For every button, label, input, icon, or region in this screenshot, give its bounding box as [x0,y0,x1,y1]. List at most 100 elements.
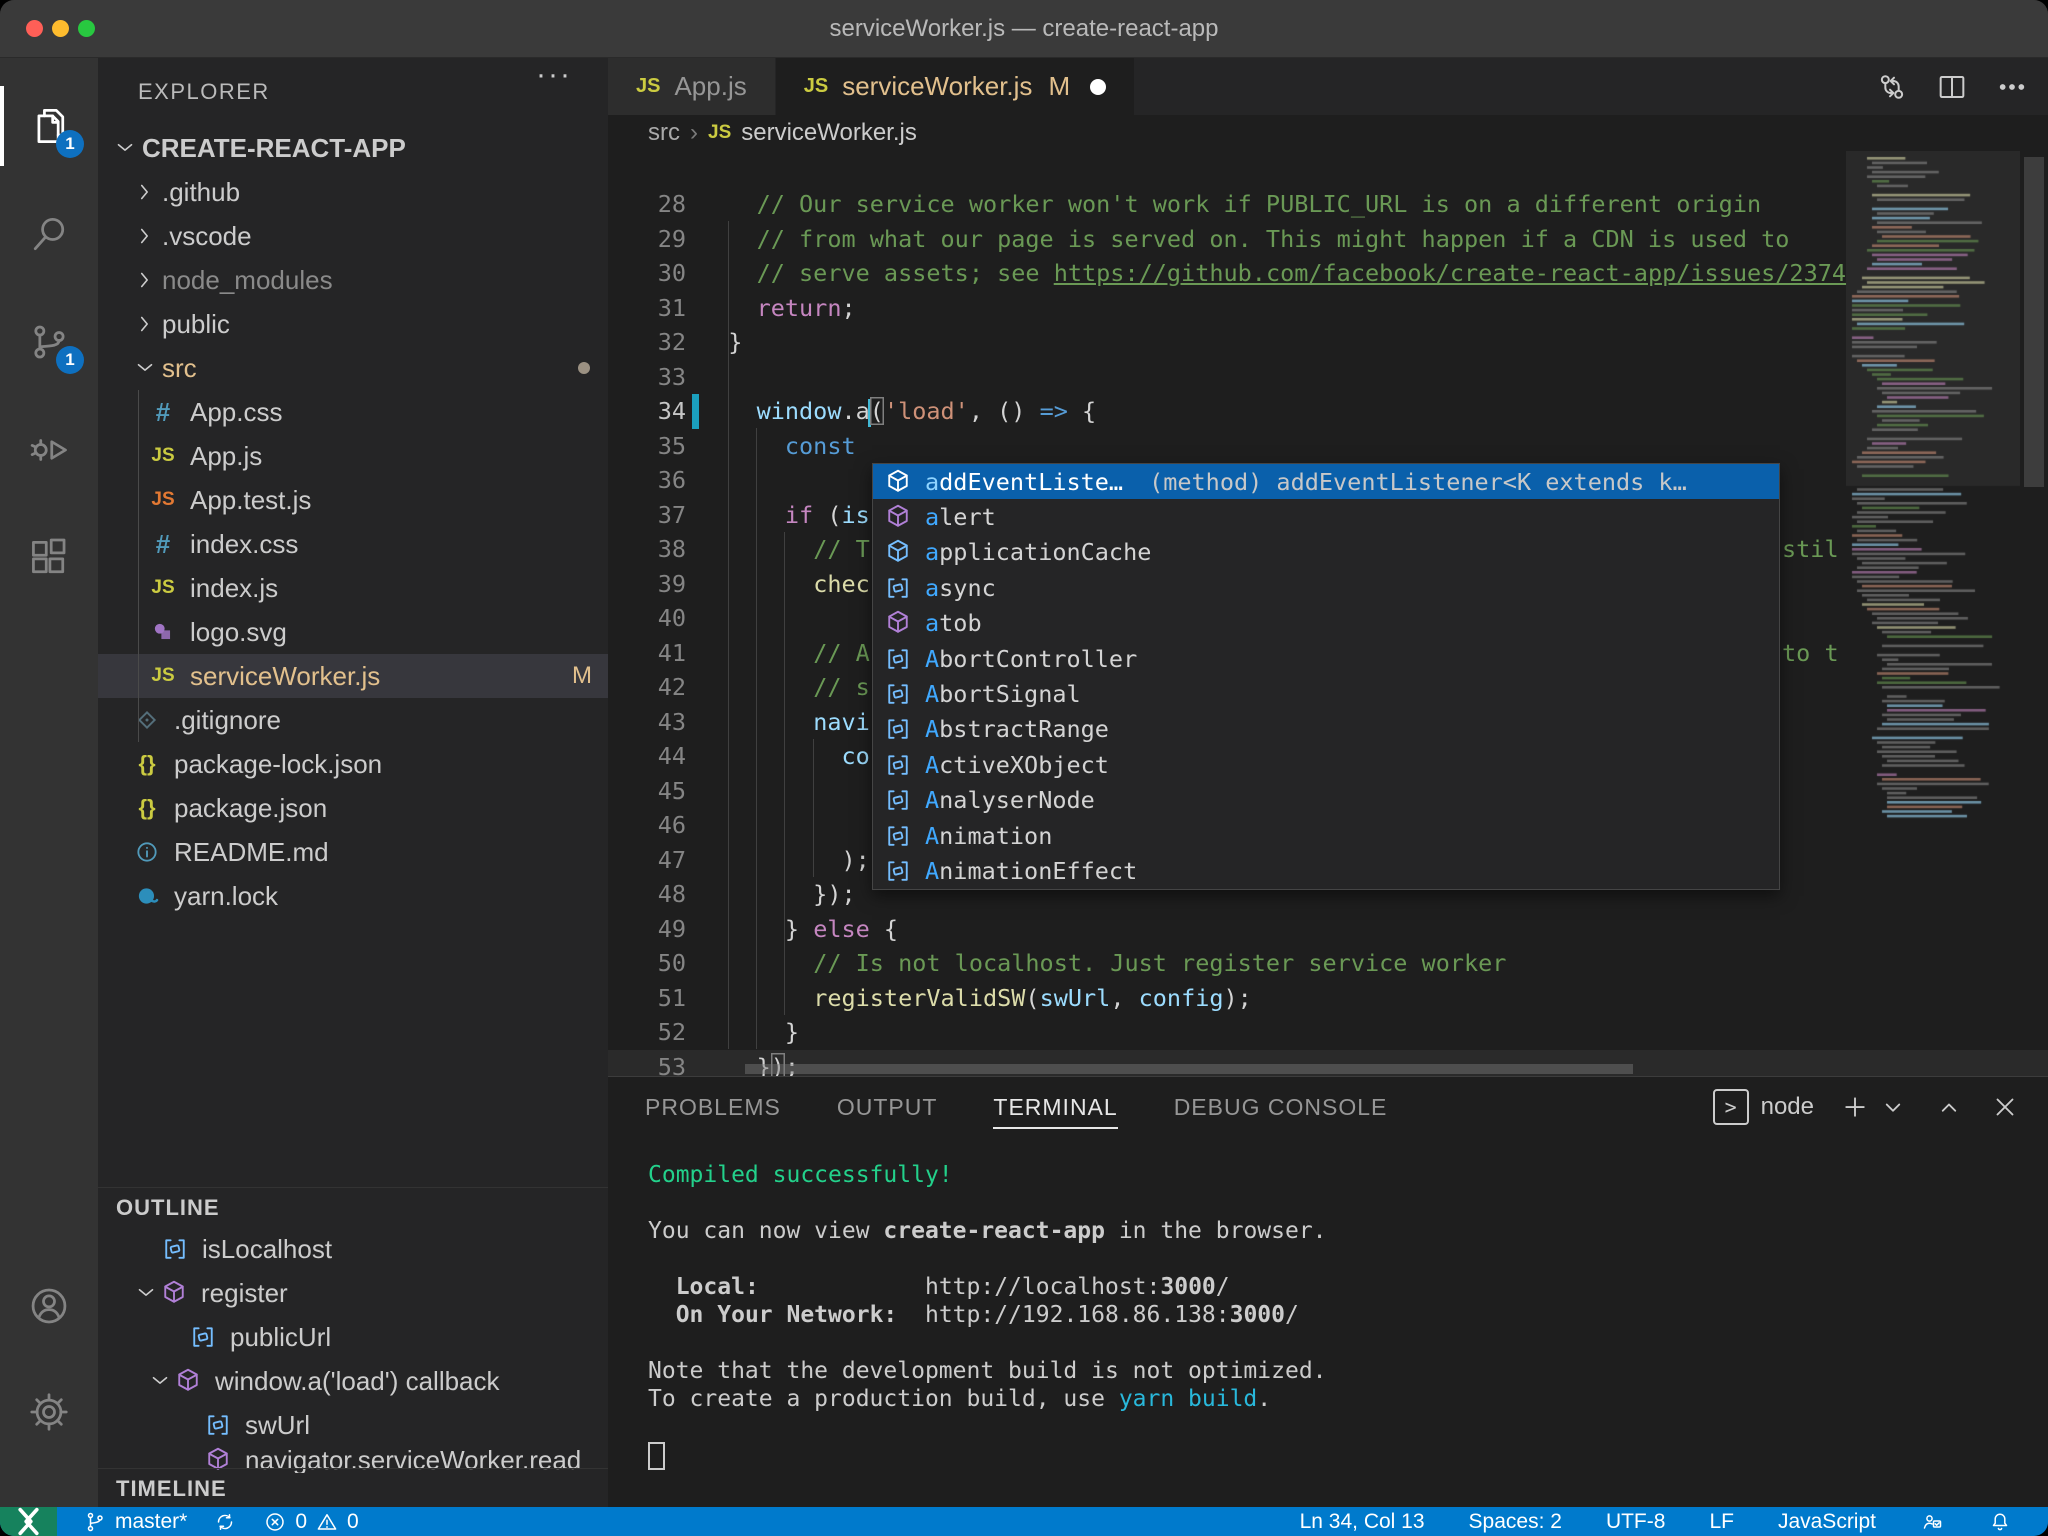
code-line[interactable]: // Is not localhost. Just register servi… [608,946,2048,981]
js-test-file-icon: JS [151,489,175,510]
code-line[interactable]: return; [608,291,2048,326]
status-item-3[interactable]: LF [1709,1510,1734,1534]
tree-item-.vscode[interactable]: .vscode [98,214,608,258]
outline-section-header[interactable]: OUTLINE [98,1187,608,1228]
suggest-item-atob[interactable]: atob [873,606,1779,641]
tree-item-package-lock.json[interactable]: {} package-lock.json [98,742,608,786]
tree-item-README.md[interactable]: README.md [98,830,608,874]
explorer-more-actions-icon[interactable]: ··· [536,58,572,92]
timeline-section-header[interactable]: TIMELINE [98,1468,608,1507]
variable-icon [208,1415,228,1435]
activity-bar-item-run-debug[interactable] [0,402,98,498]
minimap[interactable] [1846,151,2020,1076]
status-item-4[interactable]: JavaScript [1778,1510,1876,1534]
terminal-picker-chevron[interactable] [1878,1092,1908,1122]
code-line[interactable]: // from what our page is served on. This… [608,222,2048,257]
editor-vertical-scrollbar[interactable] [2020,151,2048,1076]
outline-item[interactable]: register [98,1271,608,1315]
code-line[interactable] [608,360,2048,395]
code-line[interactable]: window.a('load', () => { [608,394,2048,429]
suggest-item-AbstractRange[interactable]: AbstractRange [873,712,1779,747]
bottom-panel: PROBLEMS OUTPUT TERMINAL DEBUG CONSOLE > no… [608,1076,2048,1508]
code-line[interactable]: registerValidSW(swUrl, config); [608,981,2048,1016]
close-panel-icon [1996,1098,2014,1116]
panel-tab-DEBUG CONSOLE[interactable]: DEBUG CONSOLE [1174,1094,1388,1121]
suggest-item-async[interactable]: async [873,570,1779,605]
unsaved-dot[interactable] [1090,78,1107,95]
variable-icon [888,578,908,598]
outline-item[interactable]: isLocalhost [98,1227,608,1271]
code-line[interactable]: } [608,1015,2048,1050]
breadcrumb-file[interactable]: serviceWorker.js [741,119,917,147]
suggest-item-AbortSignal[interactable]: AbortSignal [873,676,1779,711]
suggest-item-addEventListe…[interactable]: addEventListe… (method) addEventListener<… [873,464,1779,500]
sync-changes-button[interactable] [213,1510,237,1534]
suggest-item-Animation[interactable]: Animation [873,818,1779,853]
activity-bar-item-extensions[interactable] [0,510,98,606]
suggest-item-AnalyserNode[interactable]: AnalyserNode [873,783,1779,818]
remote-indicator[interactable] [0,1507,57,1536]
activity-bar-item-explorer[interactable]: 1 [0,78,98,174]
editor-more-actions-button[interactable] [1996,71,2028,103]
tree-root-folder[interactable]: CREATE-REACT-APP [98,126,608,170]
outline-item[interactable]: publicUrl [98,1315,608,1359]
code-line[interactable]: // Our service worker won't work if PUBL… [608,187,2048,222]
breadcrumb-folder[interactable]: src [648,119,680,147]
terminal-output[interactable]: Compiled successfully! You can now view … [648,1161,2028,1508]
status-item-2[interactable]: UTF-8 [1606,1510,1666,1534]
suggest-item-ActiveXObject[interactable]: ActiveXObject [873,747,1779,782]
editor-tab-App.js[interactable]: JS App.js [608,58,776,115]
code-line[interactable]: } [608,325,2048,360]
tree-item-App.css[interactable]: # App.css [98,390,608,434]
outline-item[interactable]: swUrl [98,1403,608,1447]
new-terminal-button[interactable] [1840,1092,1870,1122]
tree-item-.gitignore[interactable]: .gitignore [98,698,608,742]
variable-icon [888,790,908,810]
editor-tab-serviceWorker.js[interactable]: JS serviceWorker.js M [775,58,1136,115]
suggest-item-applicationCache[interactable]: applicationCache [873,535,1779,570]
code-line[interactable]: } else { [608,912,2048,947]
panel-tab-OUTPUT[interactable]: OUTPUT [837,1094,938,1121]
suggest-item-AnimationEffect[interactable]: AnimationEffect [873,853,1779,888]
feedback-button[interactable] [1920,1510,1944,1534]
tree-item-public[interactable]: public [98,302,608,346]
tree-item-package.json[interactable]: {} package.json [98,786,608,830]
editor-horizontal-scrollbar[interactable] [745,1064,1633,1074]
tree-item-.github[interactable]: .github [98,170,608,214]
title-bar[interactable]: serviceWorker.js — create-react-app [0,0,2048,58]
open-changes-button[interactable] [1876,71,1908,103]
tree-item-node_modules[interactable]: node_modules [98,258,608,302]
activity-bar-item-account[interactable] [0,1258,98,1354]
panel-tab-PROBLEMS[interactable]: PROBLEMS [645,1094,781,1121]
activity-bar-item-search[interactable] [0,186,98,282]
suggest-item-alert[interactable]: alert [873,499,1779,534]
code-line[interactable]: const [608,429,2048,464]
maximize-panel-button[interactable] [1934,1092,1964,1122]
tree-item-yarn.lock[interactable]: yarn.lock [98,874,608,918]
code-editor[interactable]: 28 // Our service worker won't work if P… [608,151,2048,1076]
status-item-1[interactable]: Spaces: 2 [1469,1510,1562,1534]
tree-item-logo.svg[interactable]: logo.svg [98,610,608,654]
breadcrumb[interactable]: src › JS serviceWorker.js [608,115,2048,151]
tree-item-index.js[interactable]: JS index.js [98,566,608,610]
split-editor-button[interactable] [1936,71,1968,103]
panel-tab-TERMINAL[interactable]: TERMINAL [993,1094,1118,1129]
tree-item-serviceWorker.js[interactable]: JS serviceWorker.js M [98,654,608,698]
window-title: serviceWorker.js — create-react-app [829,15,1219,42]
cube-icon [888,611,908,633]
tree-item-src[interactable]: src [98,346,608,390]
status-item-0[interactable]: Ln 34, Col 13 [1300,1510,1425,1534]
git-branch-item[interactable]: master* [83,1510,187,1534]
tree-item-App.js[interactable]: JS App.js [98,434,608,478]
tree-item-index.css[interactable]: # index.css [98,522,608,566]
tree-item-App.test.js[interactable]: JS App.test.js [98,478,608,522]
notifications-bell[interactable] [1988,1510,2012,1534]
terminal-shell-label[interactable]: node [1761,1093,1814,1121]
close-panel-button[interactable] [1990,1092,2020,1122]
problems-item[interactable]: 00 [263,1510,359,1534]
outline-item[interactable]: window.a('load') callback [98,1359,608,1403]
suggest-item-AbortController[interactable]: AbortController [873,641,1779,676]
activity-bar-item-settings[interactable] [0,1364,98,1460]
activity-bar-item-source-control[interactable]: 1 [0,294,98,390]
code-line[interactable]: // serve assets; see https://github.com/… [608,256,2048,291]
